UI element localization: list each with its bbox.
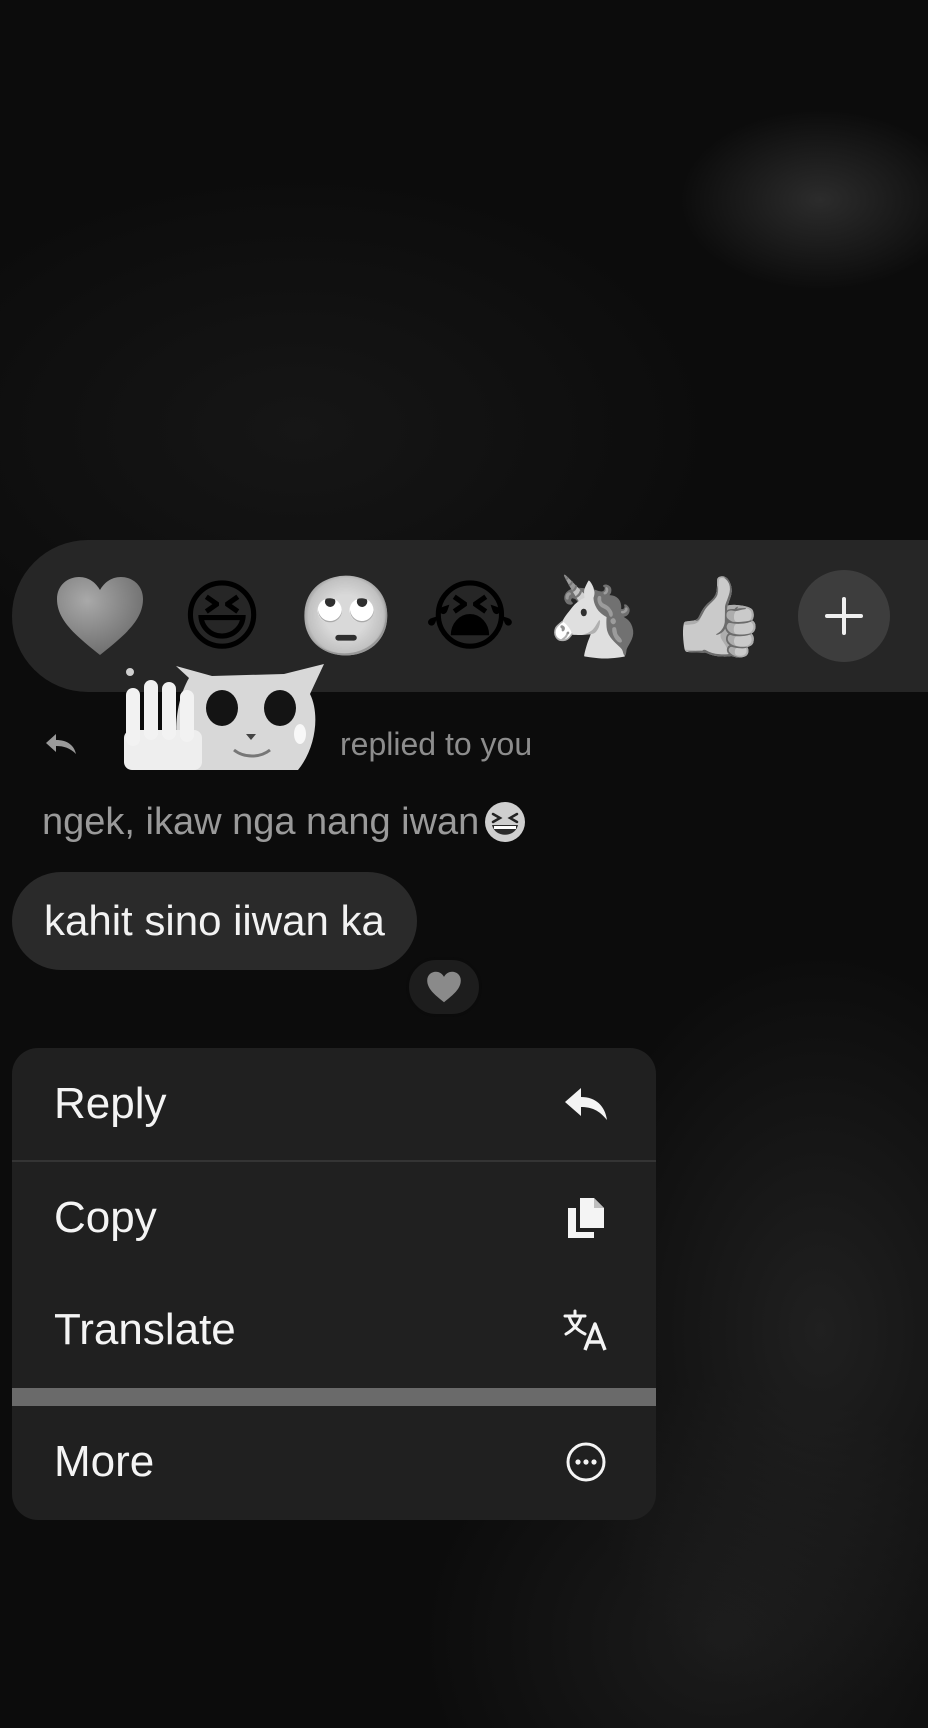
replied-to-you-label: replied to you xyxy=(340,726,533,762)
quoted-message-text: ngek, ikaw nga nang iwan xyxy=(42,800,480,843)
heart-icon xyxy=(57,577,143,655)
menu-item-more[interactable]: More xyxy=(12,1406,656,1518)
reply-header: replied to you xyxy=(44,660,644,770)
menu-item-reply[interactable]: Reply xyxy=(12,1048,656,1160)
message-text: kahit sino iiwan ka xyxy=(44,897,385,944)
heart-icon xyxy=(427,971,461,1003)
thumbs-up-icon: 👍 xyxy=(669,572,767,660)
menu-item-label: More xyxy=(54,1437,155,1486)
crying-icon: 😭 xyxy=(424,572,516,660)
context-menu: Reply Copy Translate More xyxy=(12,1048,656,1520)
plus-icon xyxy=(825,597,863,635)
heart-reaction[interactable] xyxy=(52,568,148,664)
message-bubble[interactable]: kahit sino iiwan ka xyxy=(12,872,417,970)
add-reaction-button[interactable] xyxy=(798,570,890,662)
translate-icon xyxy=(562,1306,610,1354)
message-reaction-badge[interactable] xyxy=(406,957,482,1017)
laughing-icon: 😆 xyxy=(181,572,263,660)
copy-icon xyxy=(562,1194,610,1242)
laughing-reaction[interactable]: 😆 xyxy=(174,568,270,664)
unicorn-reaction[interactable]: 🦄 xyxy=(545,568,643,664)
crying-cat-waving-sticker xyxy=(124,664,324,770)
menu-item-label: Copy xyxy=(54,1193,157,1242)
quoted-message: ngek, ikaw nga nang iwan xyxy=(42,800,527,844)
unicorn-icon: 🦄 xyxy=(545,572,643,660)
screen: 😆 🙄 😭 🦄 👍 replied to you ngek, ikaw nga … xyxy=(0,0,928,1728)
menu-item-label: Translate xyxy=(54,1305,236,1354)
crying-reaction[interactable]: 😭 xyxy=(422,568,518,664)
reply-icon xyxy=(562,1080,610,1128)
more-icon xyxy=(562,1438,610,1486)
eye-roll-reaction[interactable]: 🙄 xyxy=(297,568,395,664)
menu-item-translate[interactable]: Translate xyxy=(12,1274,656,1386)
eye-roll-icon: 🙄 xyxy=(297,572,395,660)
menu-item-copy[interactable]: Copy xyxy=(12,1162,656,1274)
laughing-emoji-icon xyxy=(485,802,526,842)
menu-item-label: Reply xyxy=(54,1079,167,1128)
reply-arrow-icon xyxy=(46,734,76,754)
menu-section-divider xyxy=(12,1388,656,1406)
thumbs-up-reaction[interactable]: 👍 xyxy=(669,568,767,664)
